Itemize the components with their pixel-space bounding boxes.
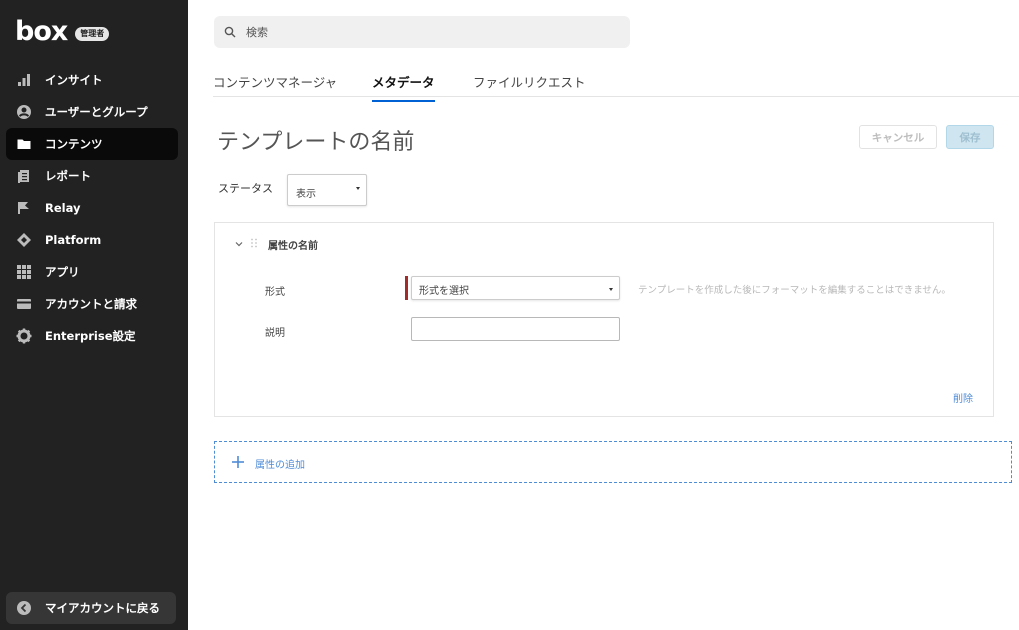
tab-file-request[interactable]: ファイルリクエスト [473,72,586,100]
sidebar-item-label: Enterprise設定 [45,329,136,343]
format-select-value: 形式を選択 [419,286,469,297]
required-indicator [405,276,408,300]
caret-down-icon [356,187,360,190]
delete-attribute-link[interactable]: 削除 [953,390,973,405]
description-input[interactable] [411,317,620,341]
tab-bar: コンテンツマネージャ メタデータ ファイルリクエスト [213,64,1019,102]
sidebar-item-label: アカウントと請求 [45,297,137,311]
gear-icon [16,328,32,344]
back-to-my-account-button[interactable]: マイアカウントに戻る [6,592,176,624]
sidebar-item-platform[interactable]: Platform [6,224,178,256]
sidebar-item-apps[interactable]: アプリ [6,256,178,288]
description-label: 説明 [265,328,285,339]
sidebar-item-label: ユーザーとグループ [45,105,148,119]
sidebar-item-label: コンテンツ [45,137,103,151]
cancel-button[interactable]: キャンセル [859,125,937,149]
relay-flag-icon [16,200,32,216]
sidebar-item-relay[interactable]: Relay [6,192,178,224]
status-select-value: 表示 [296,189,316,200]
chevron-left-circle-icon [16,600,32,616]
folder-icon [16,136,32,152]
tab-content-manager[interactable]: コンテンツマネージャ [213,72,337,100]
platform-diamond-icon [16,232,32,248]
sidebar-item-content[interactable]: コンテンツ [6,128,178,160]
sidebar-item-label: レポート [45,169,91,183]
sidebar-item-users-groups[interactable]: ユーザーとグループ [6,96,178,128]
sidebar: box 管理者 インサイト ユーザーとグループ コンテンツ レポート Relay… [0,0,188,630]
sidebar-item-enterprise-settings[interactable]: Enterprise設定 [6,320,178,352]
attribute-name[interactable]: 属性の名前 [268,237,318,252]
format-label: 形式 [265,287,285,298]
sidebar-item-label: Relay [45,201,81,215]
attribute-card: 属性の名前 形式 形式を選択 テンプレートを作成した後にフォーマットを編集するこ… [214,222,994,417]
status-select[interactable]: 表示 [287,174,367,206]
logo-text: box [15,16,68,47]
format-select[interactable]: 形式を選択 [411,276,620,300]
box-logo[interactable]: box 管理者 [15,16,110,47]
save-button[interactable]: 保存 [946,125,994,149]
template-name-title[interactable]: テンプレートの名前 [217,124,414,156]
add-attribute-button[interactable]: 属性の追加 [214,441,1012,483]
chevron-down-icon[interactable] [234,239,244,249]
sidebar-item-account-billing[interactable]: アカウントと請求 [6,288,178,320]
status-label: ステータス [218,182,273,195]
drag-handle-icon[interactable] [250,238,258,248]
search-input[interactable] [246,25,606,39]
caret-down-icon [609,288,613,291]
sidebar-item-label: インサイト [45,73,103,87]
back-button-label: マイアカウントに戻る [45,601,160,615]
add-attribute-label: 属性の追加 [255,460,305,471]
credit-card-icon [16,296,32,312]
sidebar-item-insights[interactable]: インサイト [6,64,178,96]
user-circle-icon [16,104,32,120]
search-icon [224,26,236,38]
tab-metadata[interactable]: メタデータ [372,72,435,102]
apps-grid-icon [16,264,32,280]
sidebar-item-label: アプリ [45,265,80,279]
sidebar-item-reports[interactable]: レポート [6,160,178,192]
format-hint: テンプレートを作成した後にフォーマットを編集することはできません。 [638,285,951,296]
report-icon [16,168,32,184]
bar-chart-icon [16,72,32,88]
sidebar-item-label: Platform [45,233,102,247]
plus-icon [232,456,244,468]
admin-badge: 管理者 [75,27,110,41]
sidebar-nav: インサイト ユーザーとグループ コンテンツ レポート Relay Platfor… [6,64,178,352]
search-bar [214,16,630,48]
